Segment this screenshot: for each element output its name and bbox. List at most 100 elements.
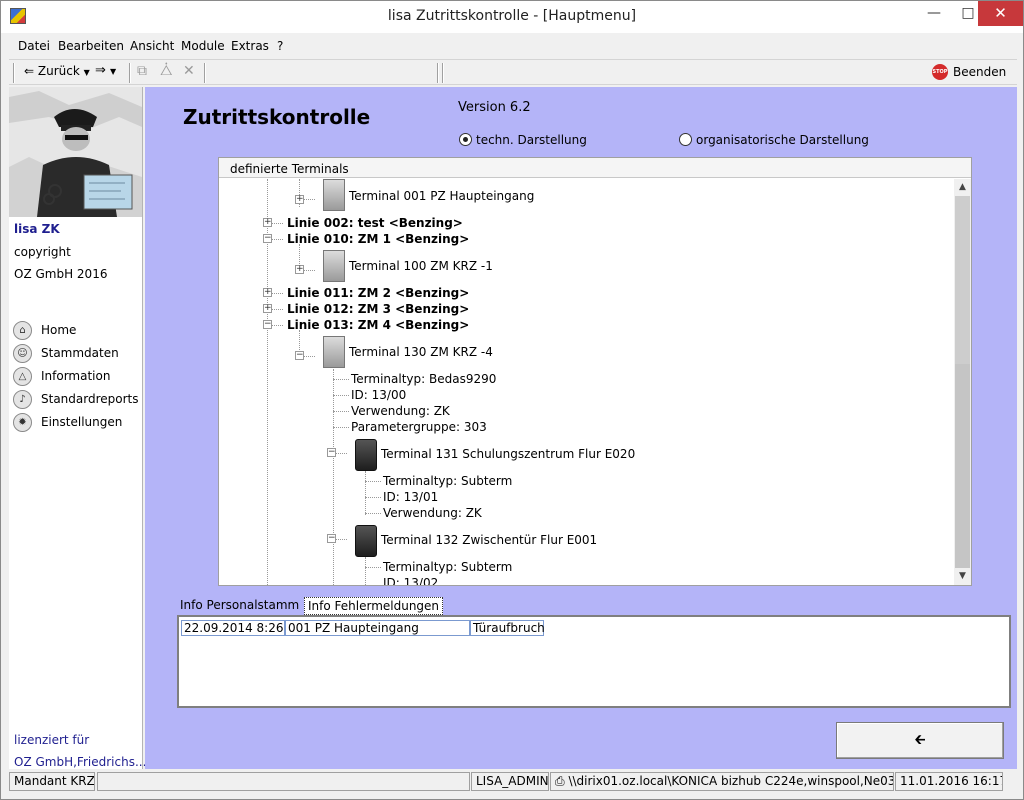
tree-detail-id: ID: 13/01 [383, 490, 439, 504]
forward-button[interactable]: ⇒ ▼ [95, 63, 116, 78]
expand-icon[interactable]: + [263, 304, 272, 313]
terminal-tree-panel: definierte Terminals + Terminal 001 PZ H… [218, 157, 972, 586]
tab-info-personalstamm[interactable]: Info Personalstamm [177, 597, 302, 615]
tree-node-line-013[interactable]: Linie 013: ZM 4 <Benzing> [287, 318, 469, 332]
close-button[interactable]: ✕ [978, 1, 1023, 26]
tree-scrollbar[interactable]: ▲ ▼ [954, 179, 971, 585]
nav-home[interactable]: ⌂ Home [13, 319, 141, 341]
copy-icon[interactable]: ⧉ [137, 63, 147, 79]
collapse-icon[interactable]: − [263, 320, 272, 329]
status-empty-pane [97, 772, 470, 791]
delete-icon[interactable]: ✕ [183, 63, 195, 79]
tree-detail-type: Terminaltyp: Bedas9290 [351, 372, 497, 386]
tree-detail-usage: Verwendung: ZK [351, 404, 450, 418]
back-arrow-icon: 🡰 [914, 732, 926, 748]
terminal-light-icon [323, 250, 345, 282]
version-label: Version 6.2 [458, 100, 531, 115]
nav-information[interactable]: △ Information [13, 365, 141, 387]
error-date-cell[interactable]: 22.09.2014 8:26 [181, 620, 285, 636]
stop-icon[interactable]: STOP [932, 64, 948, 80]
menu-help[interactable]: ? [277, 39, 283, 53]
tree-detail-id: ID: 13/00 [351, 388, 407, 402]
page-title: Zutrittskontrolle [183, 105, 371, 129]
settings-icon: ✹ [13, 413, 32, 432]
status-user: LISA_ADMIN [471, 772, 549, 791]
back-button[interactable]: 🡰 [836, 722, 1004, 759]
error-terminal-cell[interactable]: 001 PZ Haupteingang [285, 620, 470, 636]
scroll-up-icon[interactable]: ▲ [954, 179, 971, 196]
expand-icon[interactable]: + [295, 265, 304, 274]
terminal-dark-icon [355, 525, 377, 557]
scrollbar-track[interactable] [955, 364, 970, 568]
error-event-cell[interactable]: Türaufbruch [470, 620, 545, 636]
menu-datei[interactable]: Datei [18, 39, 50, 53]
chevron-down-icon[interactable]: ▼ [110, 67, 116, 76]
error-message-list: 22.09.2014 8:26 001 PZ Haupteingang Türa… [177, 615, 1011, 708]
back-button[interactable]: ⇐ Zurück ▼ [24, 64, 90, 78]
tree-node-line-011[interactable]: Linie 011: ZM 2 <Benzing> [287, 286, 469, 300]
tree-line [365, 567, 381, 568]
reports-icon: ♪ [13, 390, 32, 409]
toolbar-separator [437, 63, 439, 83]
nav-home-label: Home [41, 323, 77, 337]
chevron-down-icon[interactable]: ▼ [84, 68, 90, 77]
toolbar-separator [129, 63, 131, 83]
status-datetime: 11.01.2016 16:17 [895, 772, 1003, 791]
scroll-down-icon[interactable]: ▼ [954, 568, 971, 585]
tree-node-terminal-130[interactable]: Terminal 130 ZM KRZ -4 [349, 345, 493, 359]
collapse-icon[interactable]: − [327, 448, 336, 457]
menu-module[interactable]: Module [181, 39, 225, 53]
status-printer: ⎙ \\dirix01.oz.local\KONICA bizhub C224e… [550, 772, 894, 791]
quit-button[interactable]: Beenden [953, 65, 1006, 79]
tab-info-fehlermeldungen[interactable]: Info Fehlermeldungen [304, 597, 444, 615]
tree-node-line-010[interactable]: Linie 010: ZM 1 <Benzing> [287, 232, 469, 246]
radio-selected-icon[interactable] [459, 133, 472, 146]
app-window: lisa Zutrittskontrolle - [Hauptmenu] — □… [0, 0, 1024, 800]
window-title: lisa Zutrittskontrolle - [Hauptmenu] [387, 8, 637, 24]
menu-ansicht[interactable]: Ansicht [130, 39, 174, 53]
back-arrow-icon: ⇐ [24, 64, 35, 78]
radio-unselected-icon[interactable] [679, 133, 692, 146]
tree-node-line-012[interactable]: Linie 012: ZM 3 <Benzing> [287, 302, 469, 316]
expand-icon[interactable]: + [263, 218, 272, 227]
status-bar: Mandant KRZ LISA_ADMIN ⎙ \\dirix01.oz.lo… [1, 770, 1023, 792]
scrollbar-thumb[interactable] [955, 196, 970, 364]
minimize-button[interactable]: — [917, 1, 951, 26]
nav-einstellungen[interactable]: ✹ Einstellungen [13, 411, 141, 433]
collapse-icon[interactable]: − [263, 234, 272, 243]
tree-line [333, 369, 334, 585]
expand-icon[interactable]: + [295, 195, 304, 204]
toolbar: ⇐ Zurück ▼ ⇒ ▼ ⧉ ⧊ ✕ STOP Beenden [9, 59, 1017, 85]
tree-line [365, 513, 381, 514]
collapse-icon[interactable]: − [327, 534, 336, 543]
tree-detail-type: Terminaltyp: Subterm [383, 474, 513, 488]
toolbar-separator [13, 63, 15, 83]
expand-icon[interactable]: + [263, 288, 272, 297]
home-icon: ⌂ [13, 321, 32, 340]
nav-stammdaten[interactable]: ☺ Stammdaten [13, 342, 141, 364]
nav-einstellungen-label: Einstellungen [41, 415, 123, 429]
title-bar: lisa Zutrittskontrolle - [Hauptmenu] — □… [1, 1, 1023, 33]
tree-node-terminal-131[interactable]: Terminal 131 Schulungszentrum Flur E020 [381, 447, 635, 461]
master-data-icon: ☺ [13, 344, 32, 363]
printer-label: \\dirix01.oz.local\KONICA bizhub C224e,w… [568, 774, 894, 788]
tree-node-line-002[interactable]: Linie 002: test <Benzing> [287, 216, 463, 230]
paste-icon[interactable]: ⧊ [160, 63, 173, 79]
terminal-dark-icon [355, 439, 377, 471]
sidebar: lisa ZK copyright OZ GmbH 2016 ⌂ Home ☺ … [9, 87, 146, 769]
printer-icon: ⎙ [555, 774, 565, 788]
collapse-icon[interactable]: − [295, 351, 304, 360]
nav-stammdaten-label: Stammdaten [41, 346, 119, 360]
tree-node-terminal-100[interactable]: Terminal 100 ZM KRZ -1 [349, 259, 493, 273]
terminal-tree[interactable]: + Terminal 001 PZ Haupteingang + Linie 0… [219, 179, 954, 585]
menu-extras[interactable]: Extras [231, 39, 269, 53]
tree-line [365, 497, 381, 498]
tree-detail-params: Parametergruppe: 303 [351, 420, 487, 434]
tree-node-terminal-001[interactable]: Terminal 001 PZ Haupteingang [349, 189, 534, 203]
terminal-light-icon [323, 336, 345, 368]
avatar [9, 87, 142, 217]
tree-node-terminal-132[interactable]: Terminal 132 Zwischentür Flur E001 [381, 533, 597, 547]
nav-standardreports[interactable]: ♪ Standardreports [13, 388, 141, 410]
nav-information-label: Information [41, 369, 111, 383]
menu-bearbeiten[interactable]: Bearbeiten [58, 39, 124, 53]
